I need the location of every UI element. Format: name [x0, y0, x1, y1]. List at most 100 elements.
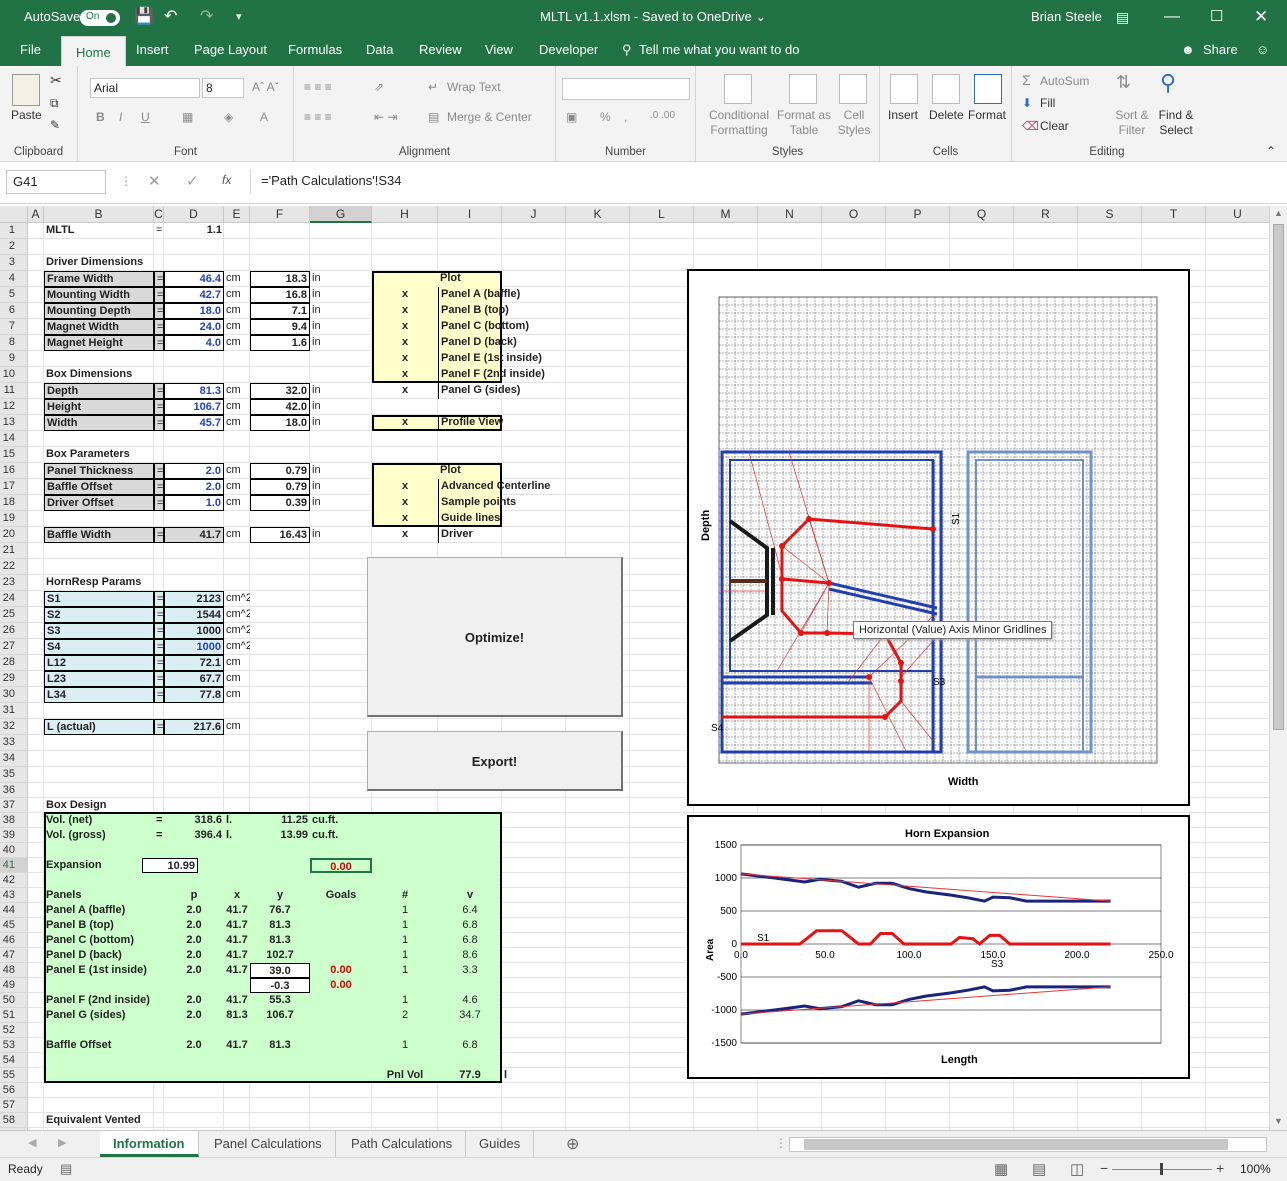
row-header[interactable]: 49: [0, 978, 28, 993]
row-header[interactable]: 52: [0, 1023, 28, 1038]
unit[interactable]: l: [502, 1068, 566, 1083]
row-header[interactable]: 57: [0, 1098, 28, 1113]
column-header[interactable]: S: [1078, 206, 1142, 223]
unit[interactable]: cm^2: [224, 639, 250, 655]
section-label[interactable]: Box Parameters: [44, 447, 154, 463]
plot-checkbox[interactable]: x: [372, 479, 438, 495]
row-header[interactable]: 54: [0, 1053, 28, 1068]
plot-option[interactable]: Advanced Centerline: [438, 479, 566, 495]
row-header[interactable]: 22: [0, 559, 28, 575]
row-header[interactable]: 25: [0, 607, 28, 623]
zoom-out-icon[interactable]: −: [1100, 1160, 1108, 1176]
horn-label[interactable]: S3: [44, 623, 154, 639]
bold-icon[interactable]: B: [96, 110, 105, 124]
font-color-icon[interactable]: A: [260, 110, 268, 124]
row-header[interactable]: 9: [0, 351, 28, 367]
underline-icon[interactable]: U: [141, 110, 150, 124]
panel-goal[interactable]: [310, 1008, 372, 1023]
param-value[interactable]: 81.3: [164, 383, 224, 399]
tab-file[interactable]: File: [20, 34, 41, 66]
plot-option[interactable]: Panel E (1st inside): [438, 351, 566, 367]
unit[interactable]: cm: [224, 719, 250, 735]
plot-option[interactable]: Sample points: [438, 495, 566, 511]
panel-x[interactable]: 41.7: [224, 993, 250, 1008]
unit[interactable]: cm^2: [224, 623, 250, 639]
param-value[interactable]: 18.0: [164, 303, 224, 319]
param-value[interactable]: 46.4: [164, 271, 224, 287]
column-header[interactable]: U: [1206, 206, 1269, 223]
row-header[interactable]: 11: [0, 383, 28, 399]
vertical-scrollbar[interactable]: ▲ ▼: [1269, 206, 1287, 1130]
row-header[interactable]: 51: [0, 1008, 28, 1023]
plot-checkbox[interactable]: x: [372, 415, 438, 431]
export-button[interactable]: Export!: [367, 731, 623, 791]
param-value[interactable]: 41.7: [164, 527, 224, 543]
row-header[interactable]: 47: [0, 948, 28, 963]
panel-name[interactable]: Panel E (1st inside): [44, 963, 154, 978]
param-inches[interactable]: 42.0: [250, 399, 310, 415]
param-inches[interactable]: 16.43: [250, 527, 310, 543]
eq[interactable]: =: [154, 479, 164, 495]
panel-x[interactable]: 41.7: [224, 918, 250, 933]
panel-x[interactable]: 81.3: [224, 1008, 250, 1023]
row-header[interactable]: 10: [0, 367, 28, 383]
unit[interactable]: in: [310, 495, 372, 511]
row-header[interactable]: 16: [0, 463, 28, 479]
plot-checkbox[interactable]: x: [372, 367, 438, 383]
column-header[interactable]: P: [886, 206, 950, 223]
horn-label[interactable]: L12: [44, 655, 154, 671]
panel-name[interactable]: Panel G (sides): [44, 1008, 154, 1023]
unit[interactable]: in: [310, 399, 372, 415]
decimal-icon[interactable]: .0 .00: [650, 110, 675, 121]
panel-count[interactable]: 1: [372, 903, 438, 918]
horn-value[interactable]: 77.8: [164, 687, 224, 703]
horn-value[interactable]: 1000: [164, 639, 224, 655]
panel-p[interactable]: [164, 978, 224, 993]
wrap-text-button[interactable]: Wrap Text: [447, 80, 501, 94]
eq[interactable]: =: [154, 671, 164, 687]
sheet-tab-path-calculations[interactable]: Path Calculations: [338, 1131, 467, 1157]
plot-checkbox[interactable]: x: [372, 383, 438, 399]
user-name[interactable]: Brian Steele: [1031, 0, 1102, 34]
design-value[interactable]: 11.25: [250, 813, 310, 828]
panel-goal[interactable]: [310, 993, 372, 1008]
panel-goal[interactable]: 0.00: [310, 978, 372, 993]
eq[interactable]: =: [154, 415, 164, 431]
param-value[interactable]: 106.7: [164, 399, 224, 415]
eq[interactable]: =: [154, 495, 164, 511]
expansion-value[interactable]: 10.99: [142, 858, 198, 873]
row-header[interactable]: 35: [0, 767, 28, 783]
panel-y[interactable]: -0.3: [250, 978, 310, 993]
unit[interactable]: cu.ft.: [310, 813, 372, 828]
plot-option[interactable]: Panel B (top): [438, 303, 566, 319]
row-header[interactable]: 44: [0, 903, 28, 918]
column-header[interactable]: Q: [950, 206, 1014, 223]
paste-button[interactable]: Paste: [11, 108, 42, 122]
profile-chart[interactable]: Depth Width S1 S3 S4 Horizontal (Value) …: [687, 269, 1190, 806]
row-header[interactable]: 56: [0, 1083, 28, 1098]
clear-button[interactable]: Clear: [1040, 119, 1069, 133]
eq[interactable]: =: [154, 828, 164, 843]
eq[interactable]: =: [154, 527, 164, 543]
copy-icon[interactable]: ⧉: [50, 96, 59, 111]
plot-option[interactable]: Panel D (back): [438, 335, 566, 351]
panel-column-header[interactable]: v: [438, 888, 502, 903]
param-value[interactable]: 24.0: [164, 319, 224, 335]
format-as-table-button[interactable]: Format as Table: [774, 108, 834, 138]
eq[interactable]: =: [154, 687, 164, 703]
optimize-button[interactable]: Optimize!: [367, 557, 623, 717]
panel-column-header[interactable]: #: [372, 888, 438, 903]
eq[interactable]: =: [154, 607, 164, 623]
param-label[interactable]: Width: [44, 415, 154, 431]
panel-volume[interactable]: 6.4: [438, 903, 502, 918]
row-header[interactable]: 19: [0, 511, 28, 527]
sheet-tab-information[interactable]: Information: [100, 1131, 199, 1157]
insert-function-icon[interactable]: fx: [222, 173, 231, 187]
horn-label[interactable]: L34: [44, 687, 154, 703]
column-header[interactable]: J: [502, 206, 566, 223]
panel-p[interactable]: 2.0: [164, 933, 224, 948]
row-header[interactable]: 32: [0, 719, 28, 735]
panel-column-header[interactable]: Panels: [44, 888, 154, 903]
row-header[interactable]: 37: [0, 798, 28, 813]
row-header[interactable]: 58: [0, 1113, 28, 1128]
